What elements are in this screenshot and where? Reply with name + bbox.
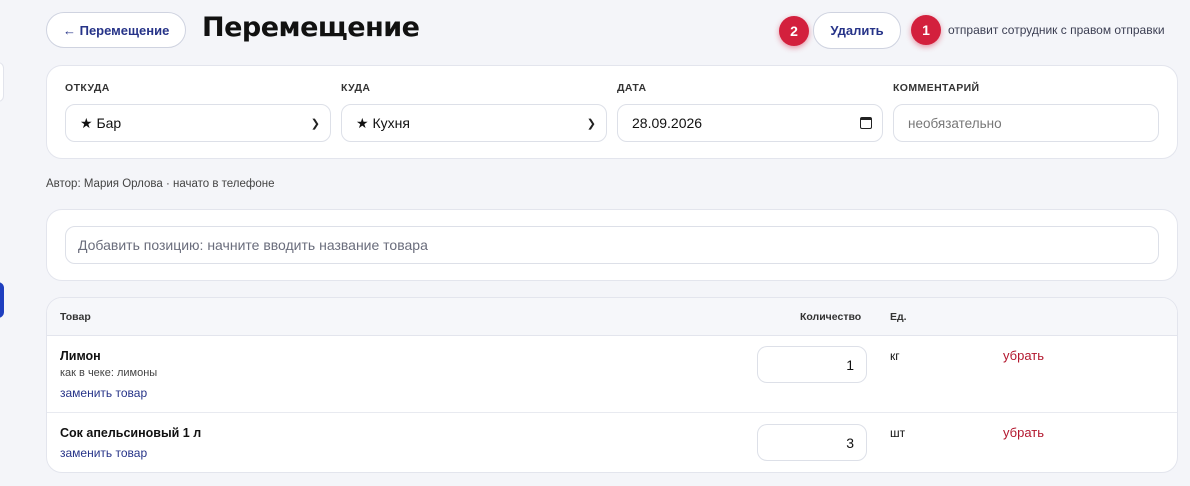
product-name: Сок апельсиновый 1 л [60, 426, 202, 440]
back-button[interactable]: ← Перемещение [46, 12, 187, 48]
date-label: ДАТА [617, 82, 647, 94]
remove-item-link[interactable]: убрать [1003, 348, 1044, 363]
date-input[interactable]: 28.09.2026 [617, 104, 883, 142]
product-name: Лимон [60, 349, 101, 363]
receipt-note: как в чеке: лимоны [60, 367, 158, 379]
quantity-input[interactable]: 3 [757, 424, 867, 461]
items-table: Товар Количество Ед. Лимон как в чеке: л… [46, 297, 1178, 473]
chevron-down-icon: ❯ [310, 117, 320, 130]
table-header: Товар Количество Ед. [47, 298, 1177, 336]
date-field: ДАТА 28.09.2026 [617, 82, 883, 142]
send-hint-text: отправит сотрудник с правом отправки [948, 23, 1165, 37]
date-value: 28.09.2026 [632, 115, 703, 131]
quantity-input[interactable]: 1 [757, 346, 867, 383]
column-header-unit: Ед. [890, 311, 907, 323]
replace-product-link[interactable]: заменить товар [60, 446, 147, 460]
from-field: ОТКУДА ★ Бар ❯ [65, 82, 331, 142]
from-select[interactable]: ★ Бар ❯ [65, 104, 331, 142]
to-field: КУДА ★ Кухня ❯ [341, 82, 607, 142]
comment-placeholder: необязательно [908, 115, 1002, 131]
product-search-input[interactable]: Добавить позицию: начните вводить назван… [65, 226, 1159, 264]
column-header-quantity: Количество [800, 311, 862, 323]
replace-product-link[interactable]: заменить товар [60, 386, 147, 400]
unit-label: шт [890, 426, 906, 440]
product-search-placeholder: Добавить позицию: начните вводить назван… [78, 237, 428, 253]
page-title: Перемещение [202, 12, 420, 43]
to-label: КУДА [341, 82, 371, 94]
unit-label: кг [890, 349, 900, 363]
comment-input[interactable]: необязательно [893, 104, 1159, 142]
transfer-form-card: ОТКУДА ★ Бар ❯ КУДА ★ Кухня ❯ ДАТА 28.09… [46, 65, 1178, 159]
delete-button[interactable]: Удалить [813, 12, 901, 49]
page-header: ← Перемещение Перемещение 2 Удалить 1 от… [46, 12, 1190, 50]
chevron-down-icon: ❯ [586, 117, 596, 130]
comment-label: КОММЕНТАРИЙ [893, 82, 980, 94]
sidebar-active-item[interactable] [0, 282, 4, 318]
add-item-card: Добавить позицию: начните вводить назван… [46, 209, 1178, 281]
from-value: ★ Бар [80, 114, 122, 131]
comment-field: КОММЕНТАРИЙ необязательно [893, 82, 1159, 142]
send-step-badge: 1 [911, 15, 941, 45]
table-row: Лимон как в чеке: лимоны заменить товар … [47, 336, 1177, 413]
delete-step-badge: 2 [779, 16, 809, 46]
calendar-icon[interactable] [860, 117, 872, 129]
column-header-product: Товар [60, 311, 91, 323]
to-select[interactable]: ★ Кухня ❯ [341, 104, 607, 142]
sidebar-fragment [0, 62, 4, 102]
table-row: Сок апельсиновый 1 л заменить товар 3 шт… [47, 413, 1177, 472]
remove-item-link[interactable]: убрать [1003, 425, 1044, 440]
to-value: ★ Кухня [356, 114, 410, 131]
author-info: Автор: Мария Орлова · начато в телефоне [46, 178, 275, 190]
from-label: ОТКУДА [65, 82, 110, 94]
